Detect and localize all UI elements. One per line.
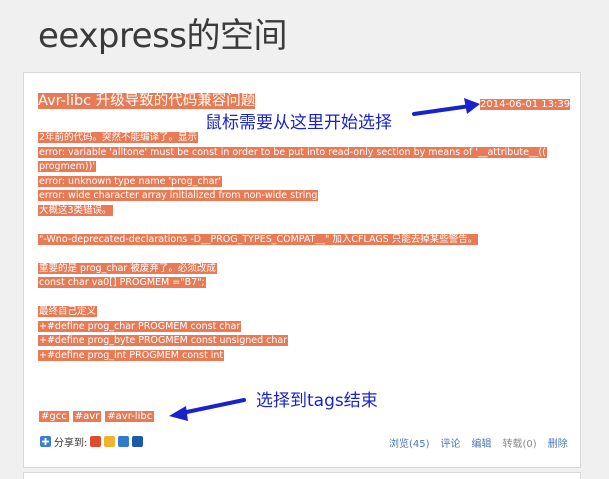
tag-link[interactable]: #avr-libc [105, 411, 155, 422]
qzone-icon[interactable] [104, 436, 116, 447]
post-actions: 浏览(45) 评论 编辑 转载(0) 删除 [389, 435, 568, 450]
body-line-text: error: variable 'alltone' must be const … [38, 146, 547, 158]
body-line-text: +#define prog_byte PROGMEM const unsigne… [38, 335, 289, 346]
body-line: "-Wno-deprecated-declarations -D__PROG_T… [38, 233, 578, 248]
body-line: error: variable 'alltone' must be const … [38, 146, 578, 161]
body-line: progmem))' [38, 160, 578, 175]
post-date-text: 2014-06-01 13:39 [480, 99, 571, 110]
next-post-card-edge [23, 472, 581, 479]
body-line-text: error: unknown type name 'prog_char' [38, 175, 222, 187]
comment-link[interactable]: 评论 [441, 435, 461, 450]
people-icon[interactable] [132, 436, 144, 447]
body-line: 重要的是 prog_char 被废弃了。必须改成 [38, 262, 578, 277]
site-title[interactable]: eexpress的空间 [38, 8, 288, 57]
body-line: 大概这3类错误。 [38, 204, 578, 219]
body-line-text: 大概这3类错误。 [38, 204, 113, 216]
arrow-left-icon [169, 398, 246, 421]
post-tags: #gcc #avr #avr-libc [39, 410, 158, 423]
tag-link[interactable]: #avr [72, 411, 102, 422]
body-line-text: 2年前的代码。突然不能编译了。显示 [38, 132, 199, 143]
body-line-text: error: wide character array initialized … [38, 190, 319, 201]
body-line-text: 重要的是 prog_char 被废弃了。必须改成 [38, 262, 217, 274]
body-line: 2年前的代码。突然不能编译了。显示 [38, 131, 578, 146]
views-link[interactable]: 浏览(45) [389, 435, 430, 450]
body-line: const char va0[] PROGMEM ="B7"; [38, 276, 578, 291]
tag-link[interactable]: #gcc [39, 411, 69, 422]
post-body: 2年前的代码。突然不能编译了。显示 error: variable 'allton… [38, 131, 578, 363]
repost-count[interactable]: 转载(0) [503, 435, 537, 450]
post-title-text[interactable]: Avr-libc 升级导致的代码兼容问题 [38, 93, 256, 109]
annotation-start: 鼠标需要从这里开始选择 [205, 113, 392, 133]
renren-icon[interactable] [118, 436, 130, 447]
body-line: 最终自己定义 [38, 305, 578, 320]
share-label: 分享到: [54, 438, 88, 449]
body-line: +#define prog_int PROGMEM const int [38, 349, 578, 364]
body-line: error: unknown type name 'prog_char' [38, 175, 578, 190]
body-line-text: +#define prog_int PROGMEM const int [38, 349, 225, 361]
body-line-text: +#define prog_char PROGMEM const char [38, 320, 242, 332]
weibo-icon[interactable] [90, 436, 102, 447]
body-line-text: const char va0[] PROGMEM ="B7"; [38, 277, 206, 288]
edit-link[interactable]: 编辑 [472, 435, 492, 450]
annotation-end: 选择到tags结束 [256, 391, 378, 411]
body-line: +#define prog_byte PROGMEM const unsigne… [38, 334, 578, 349]
body-line-text: 最终自己定义 [38, 306, 98, 317]
body-line: +#define prog_char PROGMEM const char [38, 320, 578, 335]
share-bar: 分享到: [40, 434, 144, 449]
post-date: 2014-06-01 13:39 [480, 99, 571, 111]
delete-link[interactable]: 删除 [548, 435, 568, 450]
plus-share-icon[interactable] [40, 436, 51, 447]
body-line: error: wide character array initialized … [38, 189, 578, 204]
body-line-text: progmem))' [38, 161, 96, 172]
arrow-right-icon [412, 98, 480, 116]
body-line-text: "-Wno-deprecated-declarations -D__PROG_T… [38, 233, 479, 245]
